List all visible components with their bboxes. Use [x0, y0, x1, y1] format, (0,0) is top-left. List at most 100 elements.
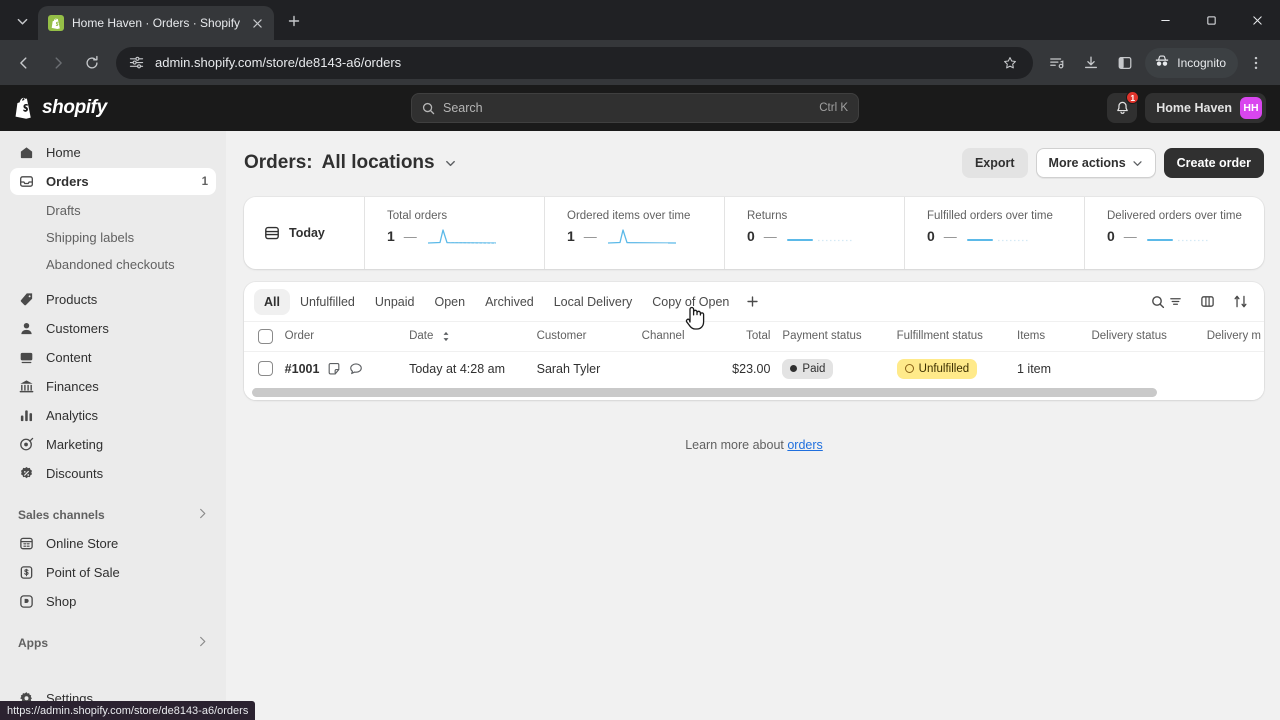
incognito-indicator[interactable]: Incognito — [1145, 47, 1238, 78]
back-arrow-icon[interactable] — [8, 47, 40, 79]
page-title-location: All locations — [321, 152, 435, 173]
sidebar-item-customers[interactable]: Customers — [10, 315, 216, 342]
more-actions-button[interactable]: More actions — [1035, 148, 1156, 178]
sidebar-item-label: Finances — [46, 379, 99, 394]
sidebar-subitem-drafts[interactable]: Drafts — [10, 197, 216, 223]
maximize-icon[interactable] — [1188, 0, 1234, 40]
sidebar-item-label: Analytics — [46, 408, 99, 423]
column-date-label: Date — [409, 330, 434, 343]
metrics-today-selector[interactable]: Today — [244, 197, 364, 269]
select-all-checkbox[interactable] — [258, 328, 273, 344]
column-delivery-status[interactable]: Delivery status — [1085, 322, 1200, 351]
scrollbar-track[interactable] — [252, 388, 1264, 397]
note-icon[interactable] — [327, 362, 341, 376]
metric-label: Fulfilled orders over time — [927, 210, 1053, 222]
metric-returns[interactable]: Returns 0 — — [724, 197, 904, 269]
column-customer[interactable]: Customer — [531, 322, 636, 351]
store-menu-button[interactable]: Home Haven HH — [1145, 93, 1266, 123]
comment-icon[interactable] — [349, 362, 363, 376]
cell-order[interactable]: #1001 — [278, 350, 404, 386]
tab-unfulfilled[interactable]: Unfulfilled — [290, 289, 365, 315]
column-date[interactable]: Date — [403, 322, 531, 351]
column-channel[interactable]: Channel — [636, 322, 718, 351]
column-payment-status[interactable]: Payment status — [776, 322, 890, 351]
column-fulfillment-status[interactable]: Fulfillment status — [891, 322, 1011, 351]
column-items[interactable]: Items — [1011, 322, 1085, 351]
table-row[interactable]: #1001 Today at 4:28 am Sarah Tyler $23.0… — [244, 350, 1264, 386]
metric-ordered-items[interactable]: Ordered items over time 1 — — [544, 197, 724, 269]
sidebar-item-online-store[interactable]: Online Store — [10, 530, 216, 557]
sidebar-item-products[interactable]: Products — [10, 286, 216, 313]
cell-customer: Sarah Tyler — [530, 350, 636, 386]
order-number: #1001 — [284, 361, 320, 376]
browser-tab[interactable]: Home Haven · Orders · Shopify — [38, 6, 275, 40]
three-dot-menu-icon[interactable] — [1240, 47, 1272, 79]
tab-strip: Home Haven · Orders · Shopify — [0, 0, 1280, 40]
sidebar-item-discounts[interactable]: Discounts — [10, 460, 216, 487]
metrics-today-label: Today — [289, 226, 325, 240]
add-view-button[interactable] — [739, 289, 765, 315]
metric-label: Ordered items over time — [567, 210, 691, 222]
column-delivery-method[interactable]: Delivery m — [1201, 322, 1264, 351]
sidebar-item-shop[interactable]: Shop — [10, 588, 216, 615]
tab-search-icon[interactable] — [8, 7, 36, 35]
sidebar-item-content[interactable]: Content — [10, 344, 216, 371]
sparkline — [966, 239, 1028, 242]
cell-fulfillment-status: Unfulfilled — [890, 350, 1011, 386]
tab-all[interactable]: All — [254, 288, 290, 315]
reload-icon[interactable] — [76, 47, 108, 79]
notifications-button[interactable]: 1 — [1107, 91, 1140, 123]
tab-open[interactable]: Open — [425, 289, 476, 315]
sidebar-section-apps[interactable]: Apps — [10, 630, 216, 656]
sort-button[interactable] — [1226, 288, 1255, 316]
search-filter-button[interactable] — [1144, 288, 1189, 316]
tab-archived[interactable]: Archived — [475, 289, 544, 315]
incognito-label: Incognito — [1177, 55, 1226, 70]
tab-local-delivery[interactable]: Local Delivery — [544, 289, 643, 315]
download-icon[interactable] — [1075, 47, 1107, 79]
page-title-prefix: Orders: — [244, 152, 313, 173]
cell-channel — [635, 350, 718, 386]
row-checkbox[interactable] — [258, 361, 273, 377]
chevron-down-icon[interactable] — [444, 157, 457, 170]
sidebar-item-point-of-sale[interactable]: Point of Sale — [10, 559, 216, 586]
status-badge-unfulfilled: Unfulfilled — [896, 358, 978, 379]
cell-delivery-method — [1200, 350, 1264, 386]
shopify-logo[interactable]: shopify — [14, 97, 226, 120]
tab-unpaid[interactable]: Unpaid — [365, 289, 425, 315]
forward-arrow-icon[interactable] — [42, 47, 74, 79]
home-icon — [18, 144, 35, 161]
sparkline — [607, 229, 676, 244]
column-order[interactable]: Order — [279, 322, 403, 351]
sidebar-section-sales-channels[interactable]: Sales channels — [10, 502, 216, 528]
metric-delivered-orders[interactable]: Delivered orders over time 0 — — [1084, 197, 1264, 269]
sidebar-subitem-shipping-labels[interactable]: Shipping labels — [10, 224, 216, 250]
page-settings-icon[interactable] — [128, 54, 145, 71]
more-actions-label: More actions — [1048, 156, 1126, 170]
close-window-icon[interactable] — [1234, 0, 1280, 40]
sidebar-item-orders[interactable]: Orders 1 — [10, 168, 216, 195]
new-tab-button[interactable] — [280, 7, 308, 35]
metric-fulfilled-orders[interactable]: Fulfilled orders over time 0 — — [904, 197, 1084, 269]
create-order-button[interactable]: Create order — [1163, 148, 1264, 178]
address-bar[interactable]: admin.shopify.com/store/de8143-a6/orders — [116, 46, 1034, 79]
sidebar-section-label: Sales channels — [18, 508, 105, 522]
side-panel-icon[interactable] — [1109, 47, 1141, 79]
scrollbar-thumb[interactable] — [252, 388, 1157, 397]
edit-columns-button[interactable] — [1193, 288, 1222, 316]
export-button[interactable]: Export — [961, 148, 1028, 178]
reading-list-icon[interactable] — [1041, 47, 1073, 79]
star-icon[interactable] — [997, 50, 1023, 76]
tab-close-icon[interactable] — [248, 14, 266, 32]
sidebar-item-finances[interactable]: Finances — [10, 373, 216, 400]
tab-copy-of-open[interactable]: Copy of Open — [642, 289, 739, 315]
orders-help-link[interactable]: orders — [787, 438, 822, 452]
metric-total-orders[interactable]: Total orders 1 — — [364, 197, 544, 269]
sidebar-subitem-abandoned-checkouts[interactable]: Abandoned checkouts — [10, 251, 216, 277]
sidebar-item-analytics[interactable]: Analytics — [10, 402, 216, 429]
sidebar-item-home[interactable]: Home — [10, 139, 216, 166]
global-search-input[interactable]: Search Ctrl K — [411, 93, 859, 123]
sidebar-item-marketing[interactable]: Marketing — [10, 431, 216, 458]
column-total[interactable]: Total — [717, 322, 776, 351]
minimize-icon[interactable] — [1142, 0, 1188, 40]
